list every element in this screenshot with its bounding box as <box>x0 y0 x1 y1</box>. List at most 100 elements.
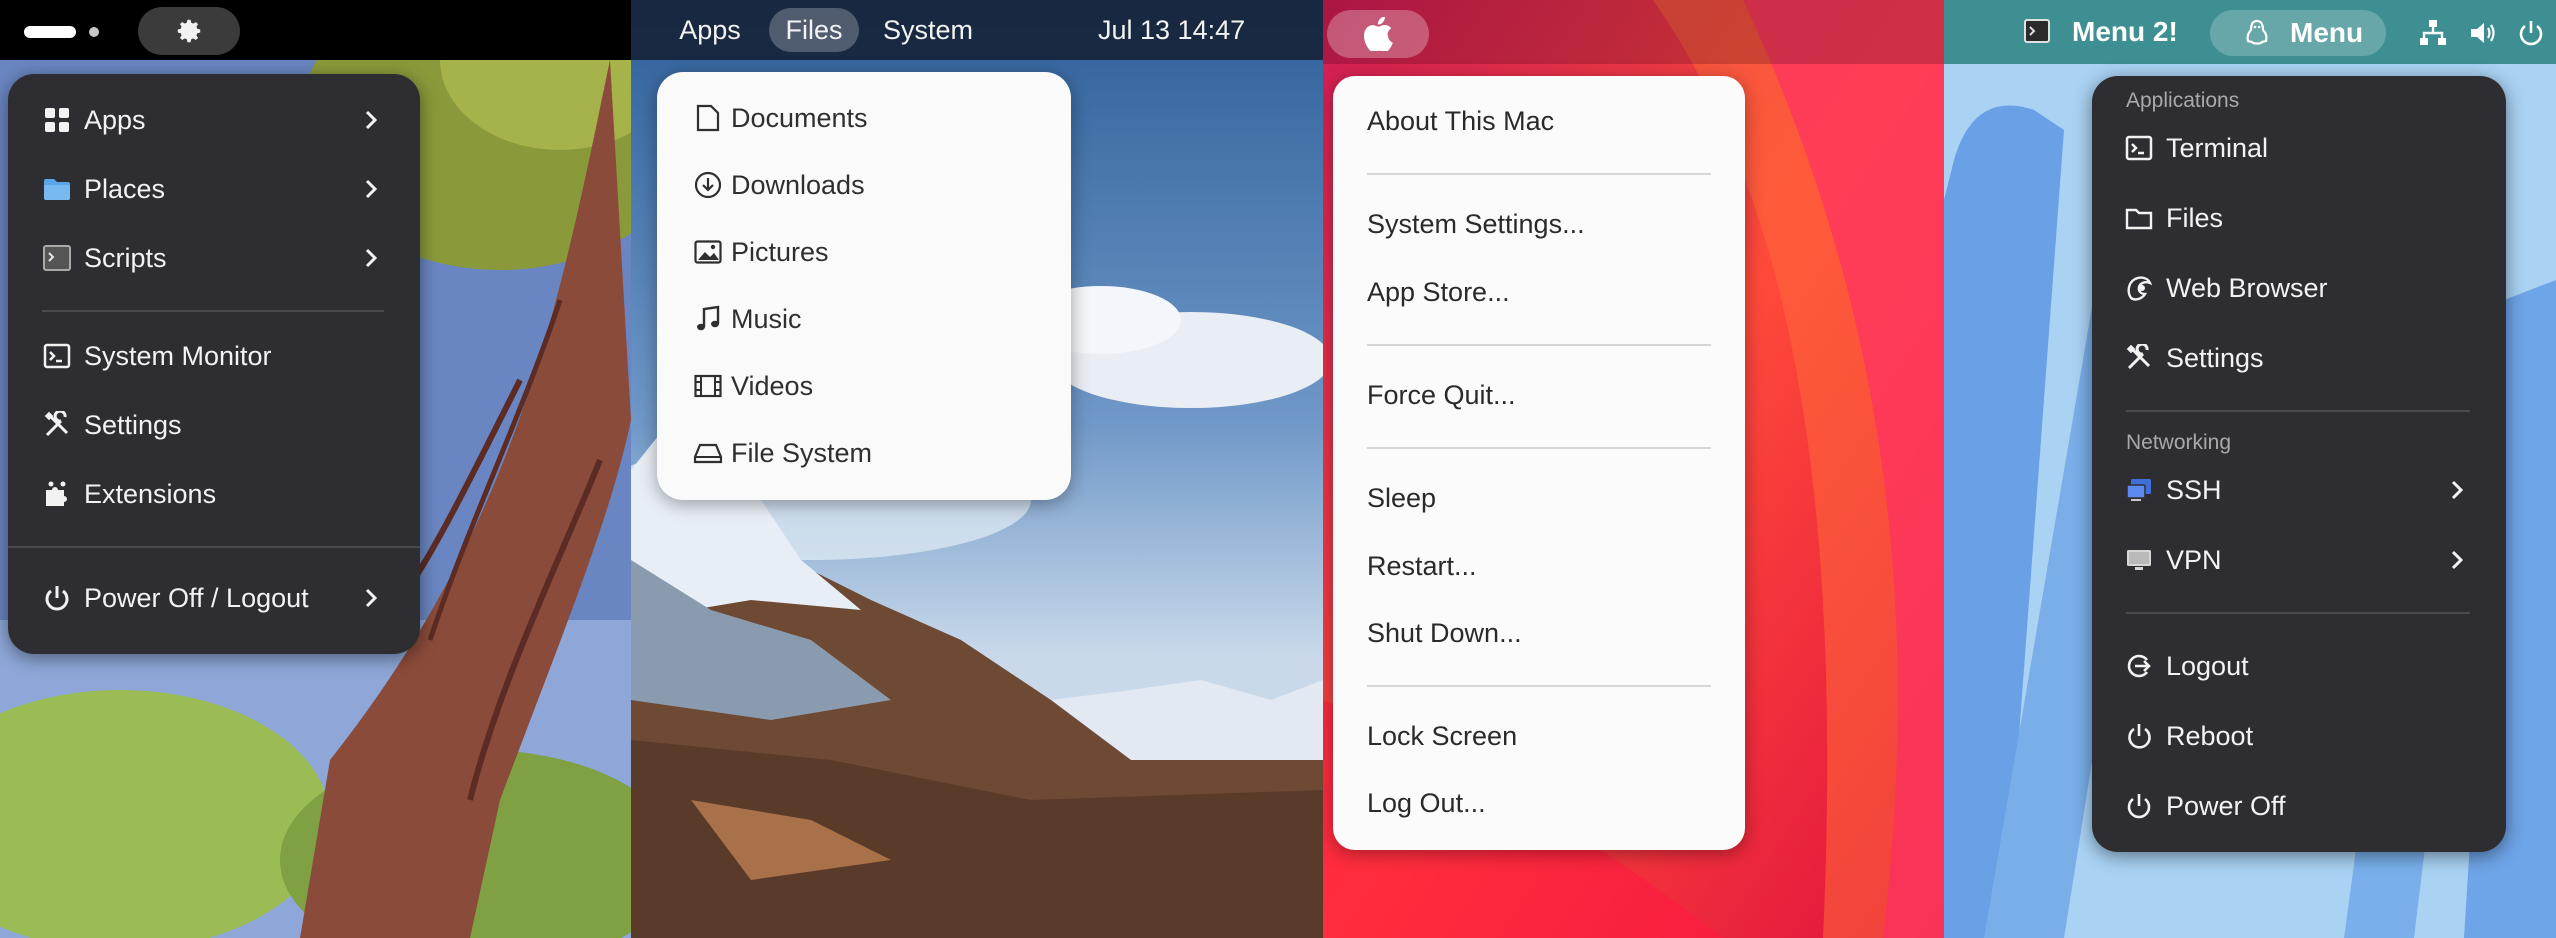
top-bar <box>0 0 631 60</box>
menu-item-label: Extensions <box>84 479 217 509</box>
menu-item-label: Videos <box>731 371 814 401</box>
menu-item-scripts[interactable]: Scripts <box>8 232 420 284</box>
app-menu-dark: Apps Places Scripts System Monitor Setti… <box>8 74 420 654</box>
menu-item-system-monitor[interactable]: System Monitor <box>8 330 420 382</box>
menu-item-about-this-mac[interactable]: About This Mac <box>1333 96 1745 146</box>
menu-item-ssh[interactable]: SSH <box>2092 462 2506 518</box>
main-menu-button[interactable]: Menu <box>2210 10 2386 56</box>
gear-menu-button[interactable] <box>138 7 240 55</box>
separator <box>2126 410 2470 412</box>
menu-item-downloads[interactable]: Downloads <box>657 157 1071 213</box>
menu-item-label: Force Quit... <box>1367 380 1516 410</box>
menu-item-label: Downloads <box>731 170 865 200</box>
menu-item-terminal[interactable]: Terminal <box>2092 120 2506 176</box>
tools-icon <box>2124 343 2154 373</box>
menu-item-label: Reboot <box>2166 721 2254 751</box>
menu-item-file-system[interactable]: File System <box>657 425 1071 481</box>
menu-item-label: Restart... <box>1367 551 1477 581</box>
volume-icon[interactable] <box>2468 18 2498 48</box>
download-icon <box>693 170 723 200</box>
menu-item-places[interactable]: Places <box>8 163 420 215</box>
main-menu-dark: Applications Terminal Files Web Browser … <box>2092 76 2506 852</box>
menu-item-lock-screen[interactable]: Lock Screen <box>1333 711 1745 761</box>
menu-item-app-store[interactable]: App Store... <box>1333 267 1745 317</box>
menu-item-videos[interactable]: Videos <box>657 358 1071 414</box>
folder-icon <box>42 174 72 204</box>
separator <box>1367 447 1711 449</box>
terminal-prompt-icon <box>42 341 72 371</box>
workspace-indicator-dot[interactable] <box>89 27 99 37</box>
folder-icon <box>2124 203 2154 233</box>
film-icon <box>693 371 723 401</box>
menu-item-label: SSH <box>2166 475 2222 505</box>
reboot-icon <box>2124 721 2154 751</box>
menu-item-reboot[interactable]: Reboot <box>2092 708 2506 764</box>
menu-item-shut-down[interactable]: Shut Down... <box>1333 608 1745 658</box>
chevron-right-icon <box>365 110 378 130</box>
terminal-icon[interactable] <box>2024 19 2050 43</box>
picture-icon <box>693 237 723 267</box>
menu-item-force-quit[interactable]: Force Quit... <box>1333 370 1745 420</box>
power-icon <box>42 583 72 613</box>
menu-item-label: File System <box>731 438 873 468</box>
section-header-applications: Applications <box>2126 89 2240 112</box>
menu-item-apps[interactable]: Apps <box>8 94 420 146</box>
browser-icon <box>2124 273 2154 303</box>
menu-item-restart[interactable]: Restart... <box>1333 541 1745 591</box>
chevron-right-icon <box>2451 550 2464 570</box>
menu-item-music[interactable]: Music <box>657 291 1071 347</box>
clock[interactable]: Jul 13 14:47 <box>1098 8 1245 52</box>
menu-item-power-off[interactable]: Power Off <box>2092 778 2506 834</box>
workspace-indicator-active[interactable] <box>24 26 76 38</box>
power-icon[interactable] <box>2516 18 2546 48</box>
menu-item-label: Power Off / Logout <box>84 583 309 613</box>
separator <box>1367 685 1711 687</box>
menu-bar <box>1323 0 1944 64</box>
menu-item-system-settings[interactable]: System Settings... <box>1333 199 1745 249</box>
top-bar: Apps Files System Jul 13 14:47 <box>631 0 1323 60</box>
logout-icon <box>2124 651 2154 681</box>
section-header-networking: Networking <box>2126 431 2232 454</box>
main-menu-label: Menu <box>2290 17 2364 48</box>
chevron-right-icon <box>2451 480 2464 500</box>
files-menu: Documents Downloads Pictures Music Video… <box>657 72 1071 500</box>
menu-item-label: VPN <box>2166 545 2222 575</box>
menu-item-logout[interactable]: Logout <box>2092 638 2506 694</box>
panel-mountain-desktop: Apps Files System Jul 13 14:47 Documents… <box>631 0 1323 938</box>
menu-item-label: About This Mac <box>1367 106 1555 136</box>
menu-item-extensions[interactable]: Extensions <box>8 468 420 520</box>
menu-item-pictures[interactable]: Pictures <box>657 224 1071 280</box>
menu-item-label: Places <box>84 174 166 204</box>
grid-icon <box>42 105 72 135</box>
menu-item-web-browser[interactable]: Web Browser <box>2092 260 2506 316</box>
panel-teal-desktop: Menu 2! Menu Applications Terminal Files… <box>1944 0 2556 938</box>
music-note-icon <box>693 304 723 334</box>
menu-item-files[interactable]: Files <box>2092 190 2506 246</box>
menu-item-label: Web Browser <box>2166 273 2328 303</box>
chevron-right-icon <box>365 248 378 268</box>
menu-item-label: Log Out... <box>1367 788 1486 818</box>
tab-apps[interactable]: Apps <box>667 8 753 52</box>
network-icon[interactable] <box>2418 18 2448 48</box>
menu-item-settings[interactable]: Settings <box>2092 330 2506 386</box>
menu-item-power-off-logout[interactable]: Power Off / Logout <box>8 572 420 624</box>
document-icon <box>693 103 723 133</box>
apple-menu-button[interactable] <box>1327 10 1429 58</box>
tab-system[interactable]: System <box>873 8 983 52</box>
menu-2-button[interactable]: Menu 2! <box>2072 16 2178 48</box>
menu-item-label: Music <box>731 304 802 334</box>
menu-item-documents[interactable]: Documents <box>657 90 1071 146</box>
separator <box>1367 173 1711 175</box>
tab-files[interactable]: Files <box>769 8 859 52</box>
menu-item-sleep[interactable]: Sleep <box>1333 473 1745 523</box>
panel-mac-desktop: About This Mac System Settings... App St… <box>1323 0 1944 938</box>
menu-item-label: Apps <box>84 105 146 135</box>
menu-item-label: System Settings... <box>1367 209 1585 239</box>
menu-item-vpn[interactable]: VPN <box>2092 532 2506 588</box>
menu-item-label: Scripts <box>84 243 167 273</box>
menu-item-settings[interactable]: Settings <box>8 399 420 451</box>
menu-item-label: Settings <box>2166 343 2264 373</box>
panel-tree-desktop: Apps Places Scripts System Monitor Setti… <box>0 0 631 938</box>
network-monitor-icon <box>2124 475 2154 505</box>
menu-item-log-out[interactable]: Log Out... <box>1333 778 1745 828</box>
